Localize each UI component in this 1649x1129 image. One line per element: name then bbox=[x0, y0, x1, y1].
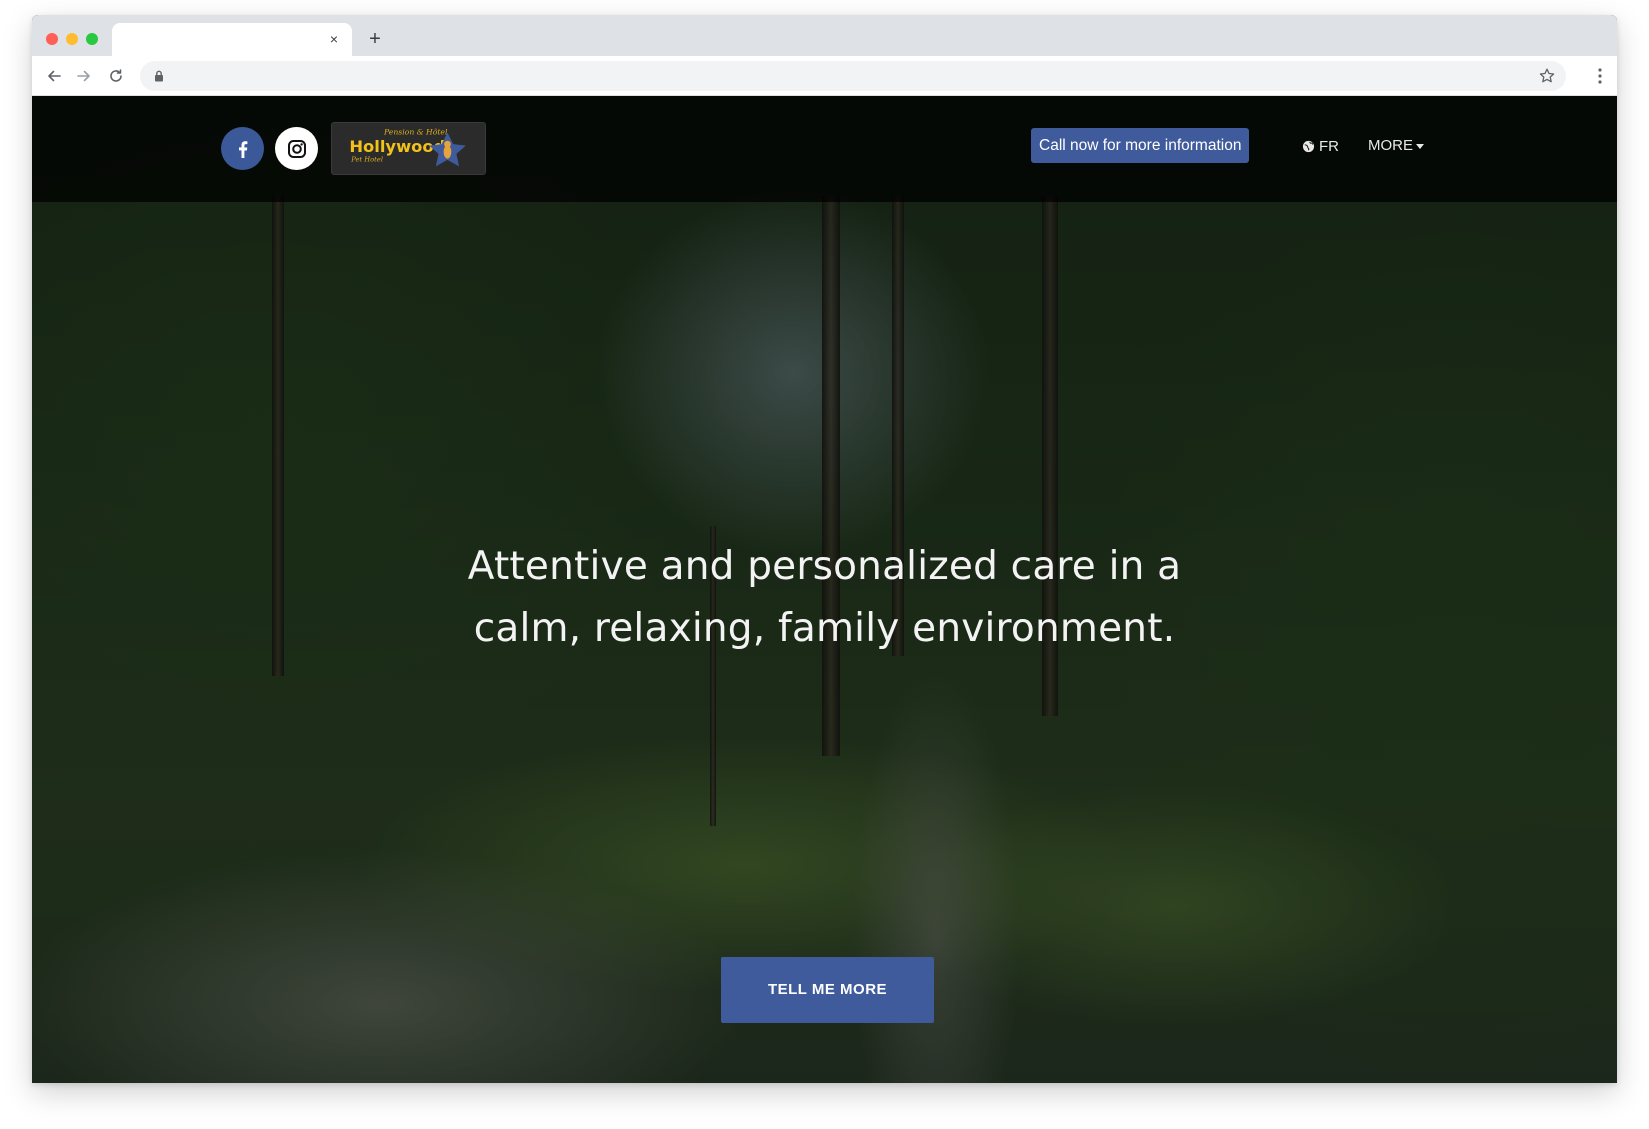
star-icon[interactable] bbox=[1538, 67, 1556, 85]
hollywood-pet-hotel-logo: Pension & Hôtel Hollywood Pet Hotel bbox=[349, 128, 466, 167]
caret-down-icon bbox=[1416, 143, 1424, 149]
svg-text:Pension & Hôtel: Pension & Hôtel bbox=[383, 128, 448, 137]
more-label: MORE bbox=[1368, 136, 1413, 154]
facebook-icon bbox=[238, 140, 247, 158]
instagram-link[interactable] bbox=[275, 127, 318, 170]
language-label: FR bbox=[1319, 137, 1339, 155]
facebook-link[interactable] bbox=[221, 127, 264, 170]
address-bar[interactable] bbox=[140, 61, 1566, 91]
call-now-button[interactable]: Call now for more information bbox=[1031, 128, 1250, 163]
forward-arrow-icon[interactable] bbox=[72, 64, 96, 88]
tab-close-icon[interactable]: × bbox=[324, 29, 344, 49]
lock-icon bbox=[155, 70, 163, 82]
browser-window: × + Pension & Hôtel Hollywood Pet Hotel … bbox=[32, 15, 1617, 1083]
new-tab-icon[interactable]: + bbox=[363, 27, 387, 51]
hero-headline-line-2: calm, relaxing, family environment. bbox=[473, 606, 1176, 651]
site-logo[interactable]: Pension & Hôtel Hollywood Pet Hotel bbox=[331, 122, 486, 175]
more-menu-toggle[interactable]: MORE bbox=[1368, 135, 1424, 155]
globe-icon bbox=[1302, 140, 1315, 152]
reload-icon[interactable] bbox=[104, 64, 128, 88]
site-header: Pension & Hôtel Hollywood Pet Hotel Call… bbox=[32, 96, 1617, 202]
language-switch[interactable]: FR bbox=[1302, 136, 1339, 156]
tab-bar: × + bbox=[32, 15, 1617, 56]
hero-headline-line-1: Attentive and personalized care in a bbox=[467, 544, 1182, 589]
svg-text:Pet Hotel: Pet Hotel bbox=[350, 155, 383, 163]
hero-headline: Attentive and personalized care in a calm… bbox=[402, 536, 1247, 660]
browser-toolbar bbox=[32, 56, 1617, 96]
close-window-button[interactable] bbox=[46, 33, 58, 45]
menu-dots-icon[interactable] bbox=[1597, 66, 1603, 86]
tell-me-more-button[interactable]: TELL ME MORE bbox=[721, 957, 934, 1023]
minimize-window-button[interactable] bbox=[66, 33, 78, 45]
maximize-window-button[interactable] bbox=[86, 33, 98, 45]
back-arrow-icon[interactable] bbox=[42, 64, 66, 88]
browser-tab[interactable]: × bbox=[112, 23, 352, 56]
instagram-icon bbox=[287, 139, 306, 158]
page-viewport: Pension & Hôtel Hollywood Pet Hotel Call… bbox=[32, 96, 1617, 1083]
